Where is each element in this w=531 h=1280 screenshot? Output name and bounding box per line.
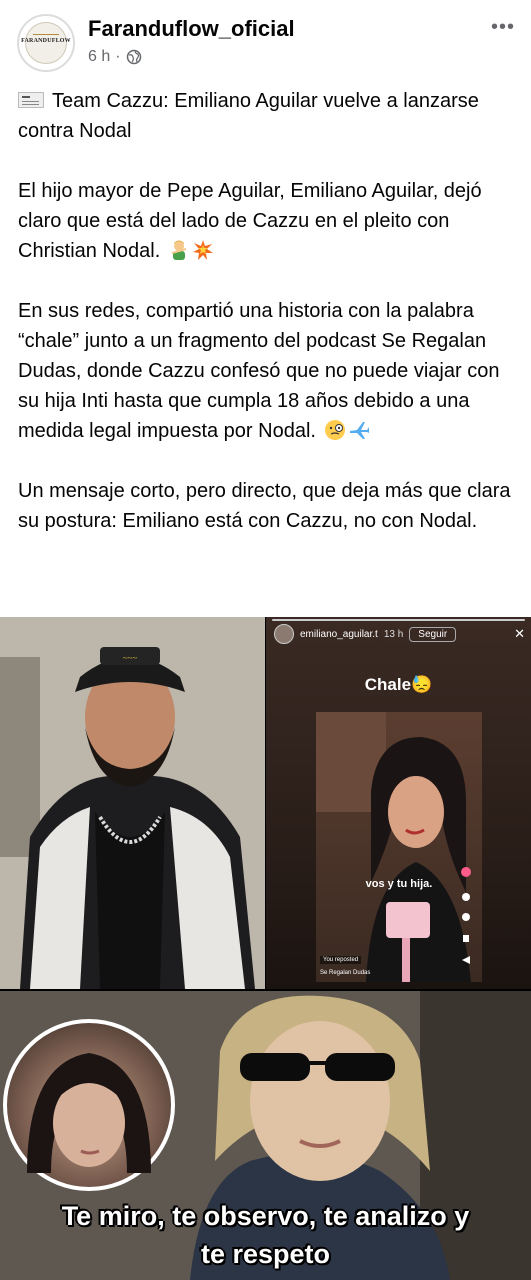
post-body: Team Cazzu: Emiliano Aguilar vuelve a la… xyxy=(18,86,523,536)
story-username[interactable]: emiliano_aguilar.t xyxy=(300,629,378,640)
reel-preview[interactable]: vos y tu hija. You reposted Se Regalan D… xyxy=(316,712,482,982)
headline-text: Team Cazzu: Emiliano Aguilar vuelve a la… xyxy=(18,90,479,142)
reposted-badge: You reposted xyxy=(320,956,362,964)
face-with-monocle-icon xyxy=(324,420,345,440)
collision-icon xyxy=(192,240,213,260)
photo-emiliano[interactable]: ~~~ xyxy=(0,617,265,989)
post-headline: Team Cazzu: Emiliano Aguilar vuelve a la… xyxy=(18,86,523,146)
man-portrait-illustration: ~~~ xyxy=(0,617,265,989)
close-icon[interactable]: ✕ xyxy=(514,626,525,642)
woman-bangs-illustration xyxy=(27,1053,151,1173)
story-caption: Chale😓 xyxy=(364,675,433,694)
story-header: emiliano_aguilar.t 13 h Seguir ✕ xyxy=(274,623,525,645)
man-gesturing-icon xyxy=(171,240,187,260)
meme-caption-line-1: Te miro, te observo, te analizo y xyxy=(61,1201,470,1231)
more-options-button[interactable]: ••• xyxy=(491,16,515,39)
post-meta: 6 h · xyxy=(88,48,142,66)
woman-portrait-illustration xyxy=(316,712,471,982)
paragraph-text: Un mensaje corto, pero directo, que deja… xyxy=(18,480,511,532)
instagram-story-screenshot[interactable]: emiliano_aguilar.t 13 h Seguir ✕ Chale😓 xyxy=(266,617,531,989)
page-name[interactable]: Faranduflow_oficial xyxy=(88,16,295,42)
post-header: FARANDUFLOW Faranduflow_oficial 6 h · ••… xyxy=(0,0,531,80)
page-avatar[interactable]: FARANDUFLOW xyxy=(17,14,75,72)
globe-icon xyxy=(126,49,141,65)
post-paragraph: En sus redes, compartió una historia con… xyxy=(18,296,523,446)
avatar-logo-bar xyxy=(33,34,59,35)
newspaper-icon xyxy=(18,92,44,108)
follow-button[interactable]: Seguir xyxy=(409,626,457,642)
avatar-logo-text: FARANDUFLOW xyxy=(21,38,71,44)
paragraph-text: El hijo mayor de Pepe Aguilar, Emiliano … xyxy=(18,180,482,262)
post-paragraph: Un mensaje corto, pero directo, que deja… xyxy=(18,476,523,536)
airplane-icon xyxy=(349,422,369,439)
story-time: 13 h xyxy=(383,628,404,640)
meta-separator: · xyxy=(115,48,121,65)
story-avatar[interactable] xyxy=(274,624,294,644)
podcast-name[interactable]: Se Regalan Dudas xyxy=(320,970,370,976)
reel-subtitle: vos y tu hija. xyxy=(365,878,433,890)
post-image-collage[interactable]: ~~~ emiliano_aguilar.t 13 h Seguir ✕ Cha… xyxy=(0,617,531,1280)
post-time[interactable]: 6 h xyxy=(88,48,110,66)
svg-text:~~~: ~~~ xyxy=(123,653,138,663)
paragraph-text: En sus redes, compartió una historia con… xyxy=(18,300,500,442)
meme-caption: Te miro, te observo, te analizo y te res… xyxy=(0,1197,531,1273)
post-paragraph: El hijo mayor de Pepe Aguilar, Emiliano … xyxy=(18,176,523,266)
meme-caption-line-2: te respeto xyxy=(200,1239,331,1269)
cazzu-inset-photo xyxy=(3,1019,175,1191)
story-progress-bar xyxy=(272,619,525,621)
meme-image[interactable]: Te miro, te observo, te analizo y te res… xyxy=(0,991,531,1280)
